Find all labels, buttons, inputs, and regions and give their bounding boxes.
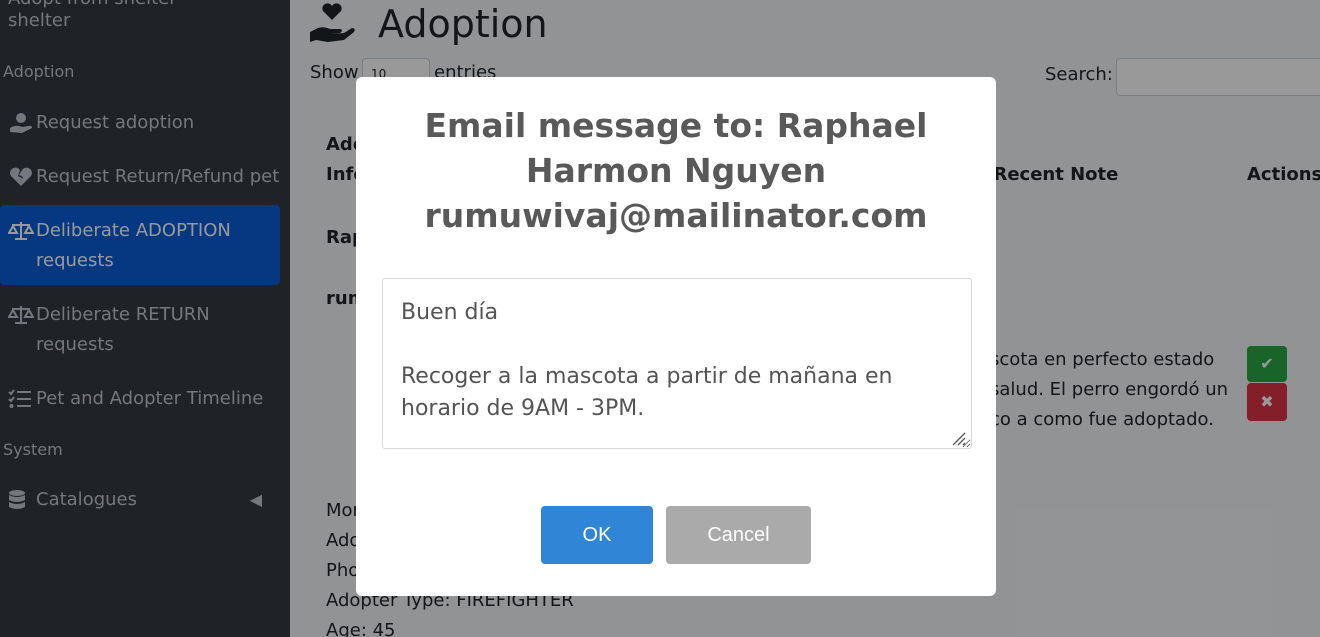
dialog-title: Email message to: Raphael Harmon Nguyen … (424, 106, 928, 235)
cancel-button[interactable]: Cancel (666, 506, 811, 564)
ok-button[interactable]: OK (541, 506, 653, 564)
email-dialog: Email message to: Raphael Harmon Nguyen … (356, 77, 996, 596)
email-message-textarea[interactable]: Buen día Recoger a la mascota a partir d… (382, 278, 972, 449)
resize-grip-icon[interactable] (950, 430, 966, 446)
